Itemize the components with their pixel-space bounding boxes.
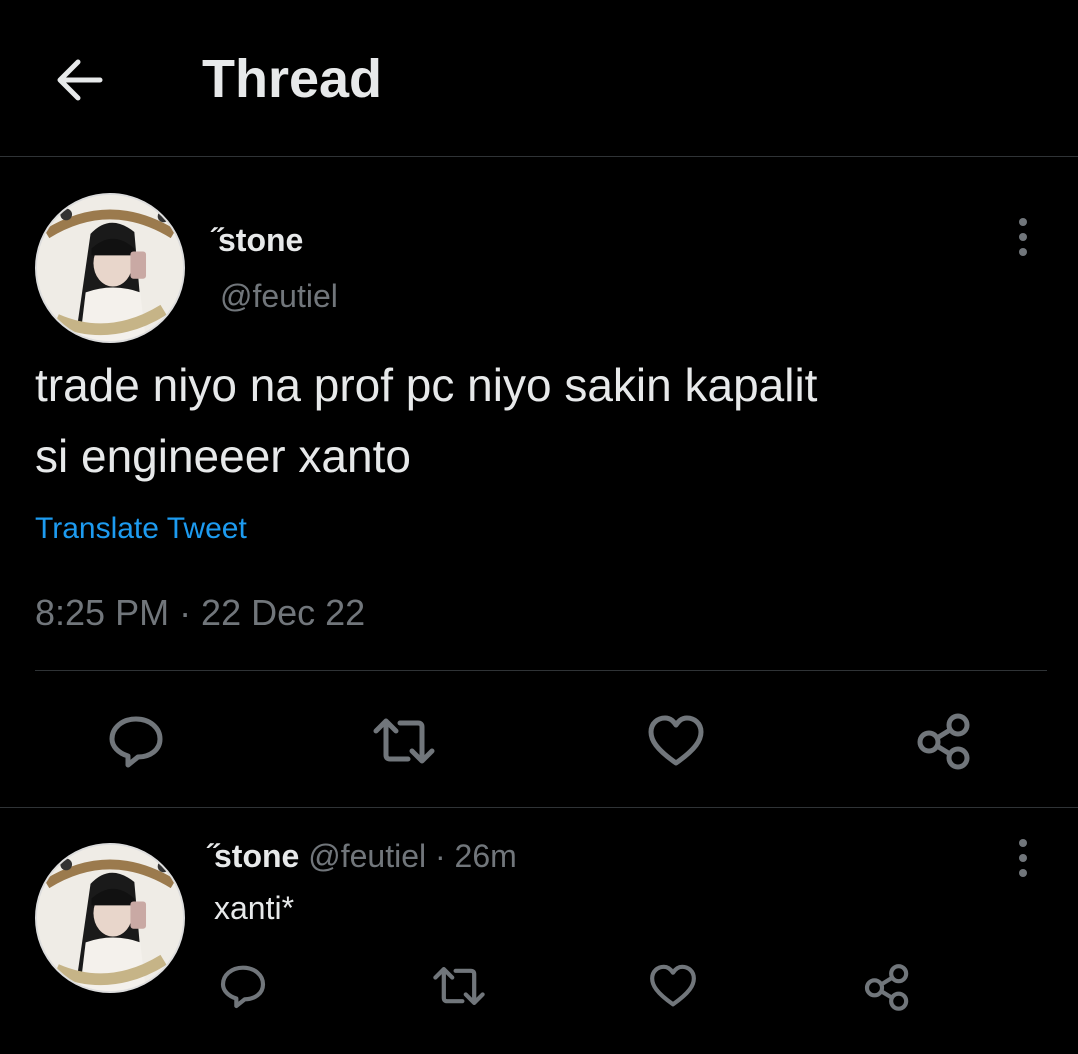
reply-meta: ̋stone @feutiel · 26m bbox=[214, 838, 517, 875]
display-name[interactable]: ̋stone bbox=[214, 838, 299, 874]
tweet-text: trade niyo na prof pc niyo sakin kapalit… bbox=[35, 350, 1045, 492]
reply-icon bbox=[220, 965, 266, 1009]
back-button[interactable] bbox=[50, 50, 110, 110]
retweet-icon bbox=[373, 718, 435, 764]
page-title: Thread bbox=[202, 49, 383, 109]
avatar[interactable] bbox=[35, 193, 185, 343]
like-button[interactable] bbox=[646, 713, 706, 769]
tweet-timestamp[interactable]: 8:25 PM · 22 Dec 22 bbox=[35, 592, 365, 634]
divider bbox=[35, 670, 1047, 671]
share-icon bbox=[864, 964, 909, 1011]
avatar[interactable] bbox=[35, 843, 185, 993]
separator: · bbox=[435, 838, 446, 874]
retweet-icon bbox=[433, 967, 485, 1005]
heart-icon bbox=[650, 964, 696, 1007]
more-options-button[interactable] bbox=[1008, 217, 1038, 257]
retweet-button[interactable] bbox=[432, 962, 486, 1010]
like-button[interactable] bbox=[648, 962, 698, 1010]
user-handle[interactable]: @feutiel bbox=[220, 278, 338, 315]
arrow-left-icon bbox=[57, 59, 103, 101]
reply-icon bbox=[109, 716, 163, 768]
divider bbox=[0, 807, 1078, 808]
retweet-button[interactable] bbox=[372, 713, 436, 769]
reply-button[interactable] bbox=[106, 713, 166, 769]
translate-tweet-link[interactable]: Translate Tweet bbox=[35, 512, 247, 546]
thread-header: Thread bbox=[0, 0, 1078, 157]
reply-time[interactable]: 26m bbox=[455, 838, 517, 874]
tweet-text-line: si engineeer xanto bbox=[35, 430, 411, 482]
more-vertical-icon bbox=[1019, 218, 1027, 256]
user-handle[interactable]: @feutiel bbox=[308, 838, 426, 874]
more-vertical-icon bbox=[1019, 839, 1027, 877]
heart-icon bbox=[648, 715, 704, 766]
profile-avatar bbox=[37, 845, 183, 991]
reply-button[interactable] bbox=[218, 962, 268, 1010]
tweet-text-line: trade niyo na prof pc niyo sakin kapalit bbox=[35, 359, 818, 411]
profile-avatar bbox=[37, 195, 183, 341]
share-button[interactable] bbox=[862, 962, 912, 1012]
share-icon bbox=[917, 713, 970, 770]
display-name[interactable]: ̋stone bbox=[218, 222, 303, 259]
more-options-button[interactable] bbox=[1008, 838, 1038, 878]
reply-text: xanti* bbox=[214, 890, 295, 926]
share-button[interactable] bbox=[914, 711, 974, 771]
